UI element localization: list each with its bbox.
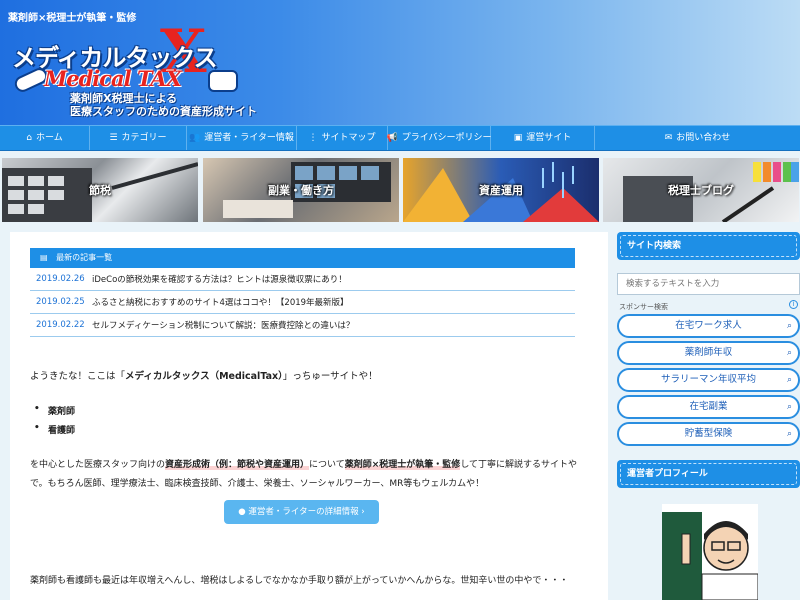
search-icon: ⌕ <box>786 402 792 412</box>
sponsor-link-label: 貯蓄型保険 <box>684 428 733 439</box>
sponsor-search-link[interactable]: 貯蓄型保険 ⌕ <box>617 422 800 446</box>
home-icon: ⌂ <box>26 133 32 143</box>
sponsor-label: スポンサー検索 <box>619 303 668 311</box>
search-icon: ⌕ <box>786 375 792 385</box>
sponsor-link-label: サラリーマン年収平均 <box>660 374 756 385</box>
category-label: 節税 <box>89 184 111 197</box>
post-title[interactable]: ふるさと納税におすすめのサイト4選はココや！【2019年最新版】 <box>92 296 349 308</box>
post-title[interactable]: セルフメディケーション税制について解説：医療費控除との違いは？ <box>92 319 354 331</box>
intro-after: 」っちゅーサイトや！ <box>282 371 378 382</box>
profile-heading: 運営者プロフィール <box>617 460 800 488</box>
rss-icon: ▤ <box>40 253 48 262</box>
category-tax-blog[interactable]: 税理士ブログ <box>603 158 799 222</box>
megaphone-icon: 📢 <box>386 133 398 143</box>
nav-sites[interactable]: ▣ 運営サイト <box>491 126 595 150</box>
description-paragraph: を中心とした医療スタッフ向けの資産形成術（例：節税や資産運用）について薬剤師×税… <box>30 456 580 494</box>
nav-label: プライバシーポリシー <box>401 133 492 143</box>
sponsor-link-label: 薬剤師年収 <box>684 347 733 358</box>
logo-english: Medical TAX <box>44 66 182 91</box>
category-investment[interactable]: 資産運用 <box>403 158 599 222</box>
recent-post-row[interactable]: 2019.02.26 iDeCoの節税効果を確認する方法は？ヒントは源泉徴収票に… <box>30 268 575 291</box>
money-hand-icon <box>208 70 238 92</box>
search-heading: サイト内検索 <box>617 232 800 260</box>
nav-home[interactable]: ⌂ ホーム <box>0 126 90 150</box>
nav-sitemap[interactable]: ⋮ サイトマップ <box>297 126 388 150</box>
para-text: を中心とした医療スタッフ向けの <box>30 460 166 470</box>
search-icon: ⌕ <box>786 429 792 439</box>
users-icon: 👥 <box>189 133 201 143</box>
search-icon: ⌕ <box>786 321 792 331</box>
list-icon: ☰ <box>109 133 118 143</box>
nav-contact[interactable]: ✉ お問い合わせ <box>595 126 800 150</box>
sponsor-search-link[interactable]: サラリーマン年収平均 ⌕ <box>617 368 800 392</box>
recent-heading-text: 最新の記事一覧 <box>56 253 113 262</box>
intro-text: ようきたな！ここは「メディカルタックス（MedicalTax）」っちゅーサイトや… <box>30 368 378 382</box>
post-title[interactable]: iDeCoの節税効果を確認する方法は？ヒントは源泉徴収票にあり！ <box>92 273 347 285</box>
mail-icon: ✉ <box>664 133 673 143</box>
nav-label: サイトマップ <box>321 133 376 143</box>
category-side-job[interactable]: 副業・働き方 <box>203 158 399 222</box>
avatar-illustration <box>662 512 758 600</box>
writer-info-button[interactable]: ● 運営者・ライターの詳細情報 › <box>224 500 379 524</box>
user-icon: ● <box>238 507 246 517</box>
global-nav: ⌂ ホーム ☰ カテゴリー 👥 運営者・ライター情報 ⋮ サイトマップ 📢 プラ… <box>0 125 800 151</box>
nav-category[interactable]: ☰ カテゴリー <box>90 126 187 150</box>
closing-paragraph: 薬剤師も看護師も最近は年収増えへんし、増税はしよるしでなかなか手取り額が上がって… <box>30 576 569 586</box>
intro-site-name: メディカルタックス（MedicalTax） <box>125 371 283 382</box>
logo-subtitle-2: 医療スタッフのための資産形成サイト <box>70 105 257 118</box>
post-date: 2019.02.26 <box>36 274 85 284</box>
site-logo[interactable]: X メディカルタックス Medical TAX 薬剤師X税理士による 医療スタッ… <box>8 22 257 118</box>
search-input[interactable] <box>617 273 800 295</box>
recent-post-row[interactable]: 2019.02.25 ふるさと納税におすすめのサイト4選はココや！【2019年最… <box>30 291 575 314</box>
sitemap-icon: ⋮ <box>308 133 318 143</box>
info-icon[interactable]: i <box>789 300 798 309</box>
site-header: 薬剤師×税理士が執筆・監修 X メディカルタックス Medical TAX 薬剤… <box>0 0 800 125</box>
intro-before: ようきたな！ここは「 <box>30 371 126 382</box>
recent-posts-heading: ▤ 最新の記事一覧 <box>30 248 575 268</box>
post-date: 2019.02.25 <box>36 297 85 307</box>
recent-posts: ▤ 最新の記事一覧 2019.02.26 iDeCoの節税効果を確認する方法は？… <box>30 248 575 337</box>
profile-avatar <box>662 504 758 600</box>
writer-info-label: 運営者・ライターの詳細情報 › <box>248 507 365 517</box>
main-content: ▤ 最新の記事一覧 2019.02.26 iDeCoの節税効果を確認する方法は？… <box>10 232 608 600</box>
sidebar: サイト内検索 スポンサー検索 i 在宅ワーク求人 ⌕ 薬剤師年収 ⌕ サラリーマ… <box>611 232 800 600</box>
sponsor-search-link[interactable]: 薬剤師年収 ⌕ <box>617 341 800 365</box>
search-icon: ⌕ <box>786 348 792 358</box>
recent-post-row[interactable]: 2019.02.22 セルフメディケーション税制について解説：医療費控除との違い… <box>30 314 575 337</box>
sponsor-link-label: 在宅副業 <box>689 401 728 412</box>
para-highlight: 資産形成術（例：節税や資産運用） <box>165 460 310 470</box>
nav-label: ホーム <box>35 133 63 143</box>
sponsor-search-link[interactable]: 在宅ワーク求人 ⌕ <box>617 314 800 338</box>
sponsor-search-link[interactable]: 在宅副業 ⌕ <box>617 395 800 419</box>
para-text: について <box>309 460 345 470</box>
nav-writers[interactable]: 👥 運営者・ライター情報 <box>187 126 297 150</box>
nav-privacy[interactable]: 📢 プライバシーポリシー <box>386 126 492 150</box>
category-label: 税理士ブログ <box>668 184 734 197</box>
nav-label: 運営サイト <box>526 133 572 143</box>
para-highlight: 薬剤師×税理士が執筆・監修 <box>344 460 461 470</box>
badge-icon: ▣ <box>513 133 523 143</box>
sponsor-link-label: 在宅ワーク求人 <box>675 320 742 331</box>
nav-label: 運営者・ライター情報 <box>204 133 294 143</box>
nav-label: お問い合わせ <box>676 133 731 143</box>
bullet-item: 薬剤師 <box>34 404 75 417</box>
post-date: 2019.02.22 <box>36 320 85 330</box>
category-banners: 節税 副業・働き方 資産運用 税理士ブログ <box>0 158 800 222</box>
category-label: 副業・働き方 <box>268 184 334 197</box>
category-tax-saving[interactable]: 節税 <box>2 158 198 222</box>
nav-label: カテゴリー <box>121 133 167 143</box>
category-label: 資産運用 <box>479 184 523 197</box>
bullet-item: 看護師 <box>34 423 75 436</box>
